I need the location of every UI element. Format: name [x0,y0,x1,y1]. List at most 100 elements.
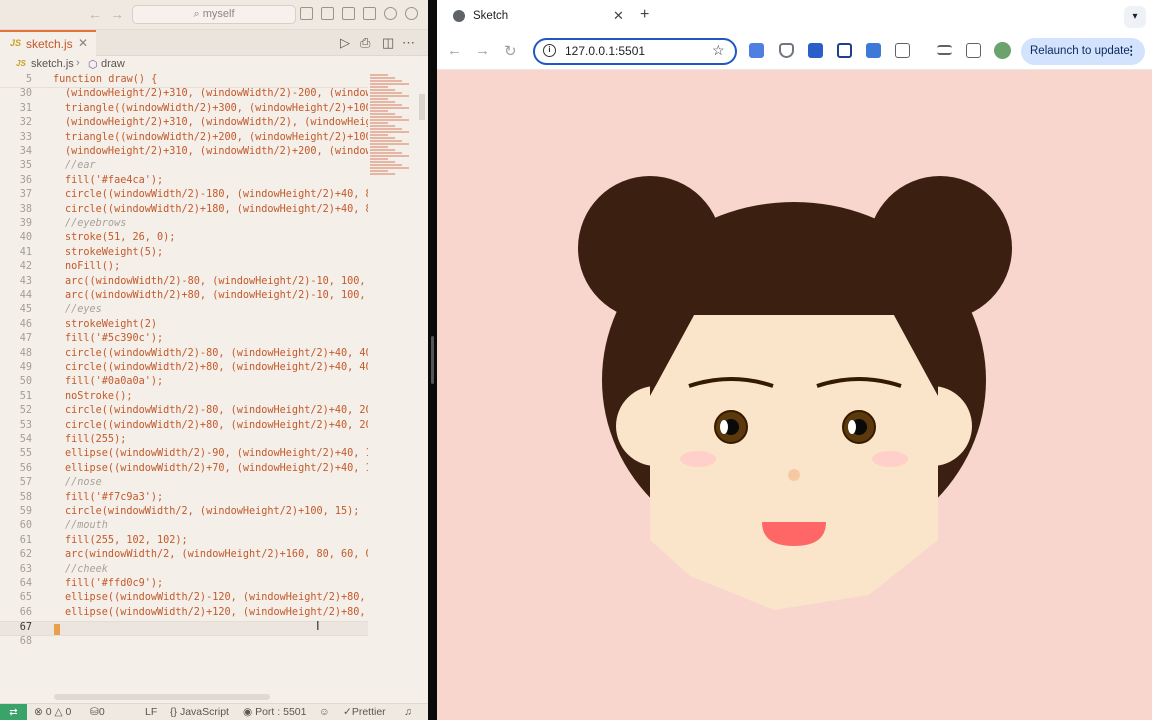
window-divider[interactable] [428,0,437,720]
line-text: fill('#fae4ca'); [65,174,164,186]
code-line[interactable]: 39 //eyebrows [0,218,368,232]
live-server-port[interactable]: ◉ Port : 5501 [243,706,306,718]
ports-indicator[interactable]: ⛁0 [90,706,105,718]
code-line[interactable]: 60 //mouth [0,520,368,534]
code-line[interactable]: 59 circle(windowWidth/2, (windowHeight/2)… [0,506,368,520]
translate-extension-icon[interactable] [749,43,764,58]
code-line[interactable]: 31 triangle((windowWidth/2)+300, (windowH… [0,103,368,117]
toggle-primary-sidebar-icon[interactable] [300,7,313,20]
run-icon[interactable]: ▷ [340,35,350,51]
code-line[interactable]: 44 arc((windowWidth/2)+80, (windowHeight/… [0,290,368,304]
code-line[interactable]: 37 circle((windowWidth/2)-180, (windowHei… [0,189,368,203]
code-line[interactable]: 55 ellipse((windowWidth/2)-90, (windowHei… [0,448,368,462]
code-line[interactable]: 35 //ear [0,160,368,174]
code-line[interactable]: 64 fill('#ffd0c9'); [0,578,368,592]
code-line[interactable]: 58 fill('#f7c9a3'); [0,492,368,506]
settings-gear-icon[interactable] [405,7,418,20]
split-editor-icon[interactable]: ◫ [382,35,394,51]
code-line[interactable]: 49 circle((windowWidth/2)+80, (windowHeig… [0,362,368,376]
code-line[interactable]: 30 (windowHeight/2)+310, (windowWidth/2)-… [0,88,368,102]
tab-search-chevron-icon[interactable]: ▾ [1124,6,1146,28]
dictionary-extension-icon[interactable] [808,43,823,58]
close-tab-icon[interactable]: ✕ [613,8,624,24]
command-center-search[interactable]: ⌕ myself [132,5,296,24]
extensions-puzzle-icon[interactable] [895,43,910,58]
close-tab-icon[interactable]: ✕ [78,36,88,50]
p5-sketch-canvas[interactable] [437,70,1152,720]
shield-extension-icon[interactable] [779,43,794,58]
screenshot-extension-icon[interactable] [837,43,852,58]
line-number: 44 [19,290,32,301]
back-arrow-icon[interactable]: ← [88,6,102,22]
site-info-icon[interactable]: i [543,44,556,57]
address-bar[interactable]: i 127.0.0.1:5501 ☆ [533,38,737,65]
code-line[interactable]: 62 arc(windowWidth/2, (windowHeight/2)+16… [0,549,368,563]
line-number: 64 [19,578,32,589]
code-line[interactable]: 57 //nose [0,477,368,491]
breadcrumb-symbol[interactable]: draw [101,58,125,70]
back-arrow-icon[interactable]: ← [447,42,462,59]
code-line[interactable]: 40 stroke(51, 26, 0); [0,232,368,246]
code-line[interactable]: 67 [0,621,368,636]
language-mode[interactable]: {} JavaScript [170,706,229,718]
copilot-icon[interactable]: ☺ [319,706,330,718]
code-line[interactable]: 50 fill('#0a0a0a'); [0,376,368,390]
bookmark-star-icon[interactable]: ☆ [712,42,725,59]
profile-avatar[interactable] [994,42,1011,59]
code-line[interactable]: 53 circle((windowWidth/2)+80, (windowHeig… [0,420,368,434]
divider-grip[interactable] [431,336,434,384]
capture-extension-icon[interactable] [866,43,881,58]
breadcrumb-file[interactable]: sketch.js [31,58,74,70]
toggle-panel-icon[interactable] [321,7,334,20]
reading-list-icon[interactable] [937,45,952,55]
code-line[interactable]: 61 fill(255, 102, 102); [0,535,368,549]
minimap[interactable] [370,74,418,184]
sticky-scroll-line[interactable]: 5 function draw() { [0,74,368,89]
eol-indicator[interactable]: LF [145,706,157,718]
code-line[interactable]: 42 noFill(); [0,261,368,275]
relaunch-to-update-button[interactable]: Relaunch to update ⋮ [1021,38,1145,65]
forward-arrow-icon[interactable]: → [110,6,124,22]
code-line[interactable]: 65 ellipse((windowWidth/2)-120, (windowHe… [0,592,368,606]
print-icon[interactable]: ⎙ [360,35,370,51]
vertical-scrollbar[interactable] [418,74,426,694]
accounts-icon[interactable] [384,7,397,20]
code-line[interactable]: 46 strokeWeight(2) [0,319,368,333]
remote-indicator-icon[interactable]: ⇄ [0,704,27,720]
line-text: fill(255); [65,434,127,445]
code-line[interactable]: 41 strokeWeight(5); [0,247,368,261]
horizontal-scrollbar-thumb[interactable] [54,694,270,700]
code-line[interactable]: 51 noStroke(); [0,391,368,405]
code-line[interactable]: 54 fill(255); [0,434,368,448]
problems-indicator[interactable]: ⊗ 0 △ 0 [34,706,71,718]
code-line[interactable]: 36 fill('#fae4ca'); [0,175,368,189]
more-actions-icon[interactable]: ⋯ [402,35,415,51]
prettier-indicator[interactable]: ✓Prettier [343,706,386,718]
scrollbar-thumb[interactable] [419,94,425,120]
code-line[interactable]: 43 arc((windowWidth/2)-80, (windowHeight/… [0,276,368,290]
code-line[interactable]: 68 [0,636,368,650]
code-line[interactable]: 38 circle((windowWidth/2)+180, (windowHei… [0,204,368,218]
reload-icon[interactable]: ↻ [504,42,517,60]
side-panel-icon[interactable] [966,43,981,58]
code-line[interactable]: 45 //eyes [0,304,368,318]
forward-arrow-icon[interactable]: → [475,42,490,59]
code-line[interactable]: 33 triangle((windowWidth/2)+200, (windowH… [0,132,368,146]
code-line[interactable]: 48 circle((windowWidth/2)-80, (windowHeig… [0,348,368,362]
browser-tab-sketch[interactable]: Sketch ✕ [445,4,631,29]
customize-layout-icon[interactable] [363,7,376,20]
browser-tab-strip: Sketch ✕ + ▾ [437,0,1152,33]
tab-sketch-js[interactable]: JS sketch.js ✕ [0,30,96,56]
code-line[interactable]: 52 circle((windowWidth/2)-80, (windowHeig… [0,405,368,419]
code-line[interactable]: 56 ellipse((windowWidth/2)+70, (windowHei… [0,463,368,477]
code-line[interactable]: 66 ellipse((windowWidth/2)+120, (windowHe… [0,607,368,621]
toggle-secondary-sidebar-icon[interactable] [342,7,355,20]
notifications-bell-icon[interactable]: ♫ [404,706,412,718]
code-line[interactable]: 47 fill('#5c390c'); [0,333,368,347]
warning-icon: △ [54,706,63,718]
code-line[interactable]: 63 //cheek [0,564,368,578]
code-line[interactable]: 32 (windowHeight/2)+310, (windowWidth/2),… [0,117,368,131]
code-line[interactable]: 34 (windowHeight/2)+310, (windowWidth/2)+… [0,146,368,160]
code-area[interactable]: 5 function draw() { 30 (windowHeight/2)+3… [0,74,368,654]
new-tab-plus-icon[interactable]: + [640,6,649,24]
